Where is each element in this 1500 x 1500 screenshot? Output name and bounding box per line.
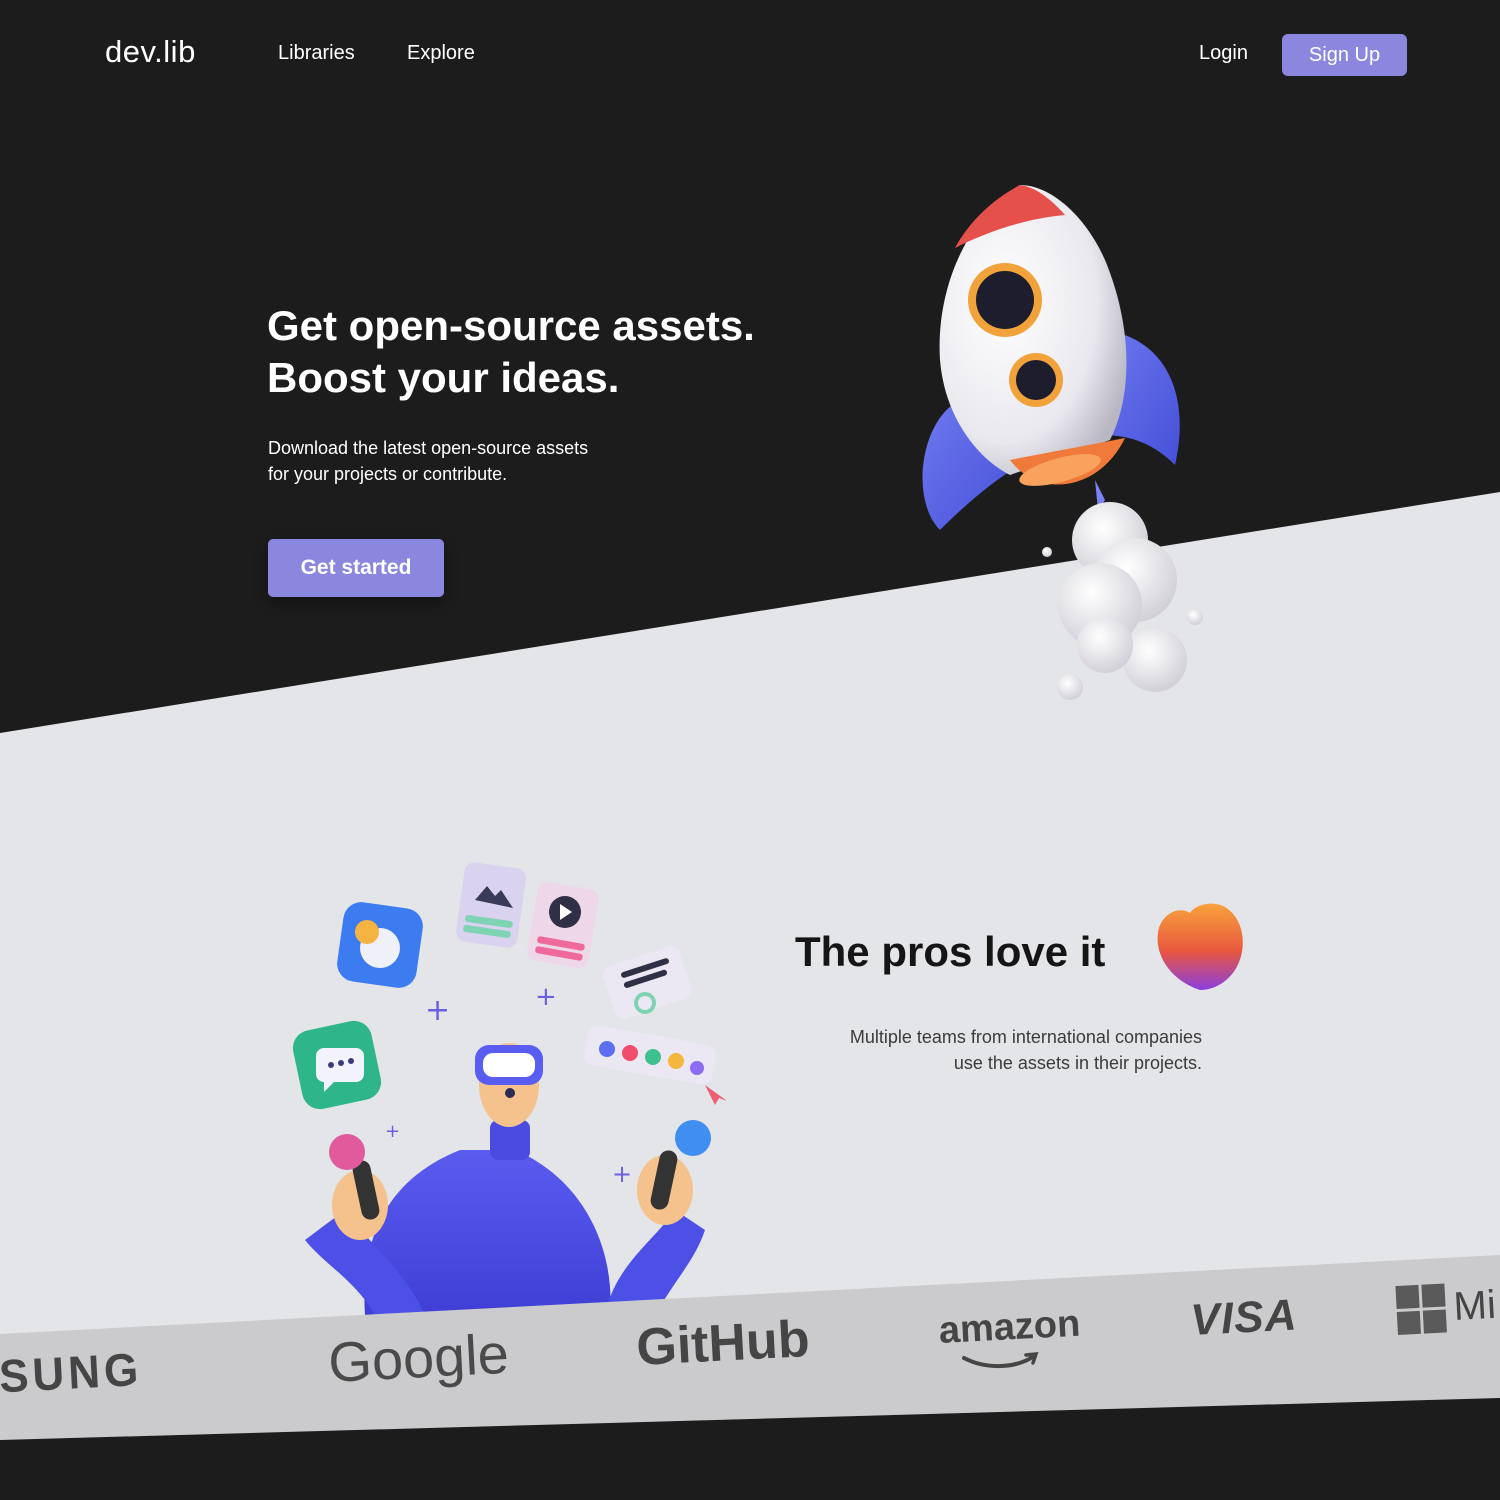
hero-subtitle-line: for your projects or contribute. bbox=[268, 464, 508, 484]
svg-text:+: + bbox=[535, 982, 557, 1012]
pros-title: The pros love it bbox=[795, 928, 1106, 975]
visa-logo: VISA bbox=[1189, 1290, 1299, 1346]
samsung-logo: MSUNG bbox=[0, 1343, 144, 1405]
svg-text:+: + bbox=[425, 993, 450, 1028]
hero-subtitle-line: Download the latest open-source assets bbox=[268, 438, 589, 458]
heart-icon bbox=[1157, 903, 1243, 990]
microsoft-logo-text: Mi bbox=[1452, 1282, 1497, 1330]
nav-link-libraries[interactable]: Libraries bbox=[278, 42, 355, 65]
vr-person-illustration: + + + + bbox=[292, 862, 727, 1315]
amazon-logo: amazon bbox=[937, 1302, 1082, 1353]
amazon-smile-icon bbox=[962, 1352, 1039, 1369]
pros-subtitle: Multiple teams from international compan… bbox=[760, 1024, 1202, 1076]
svg-text:+: + bbox=[385, 1121, 400, 1142]
rocket-illustration bbox=[922, 185, 1203, 700]
signup-button[interactable]: Sign Up bbox=[1282, 34, 1407, 76]
google-logo: Google bbox=[326, 1321, 511, 1395]
microsoft-logo: Mi bbox=[1395, 1281, 1497, 1335]
get-started-button[interactable]: Get started bbox=[268, 539, 444, 597]
hero-subtitle: Download the latest open-source assets f… bbox=[268, 435, 668, 487]
brand-logo[interactable]: dev.lib bbox=[105, 34, 196, 70]
pros-subtitle-line: use the assets in their projects. bbox=[953, 1053, 1202, 1073]
github-logo: GitHub bbox=[634, 1310, 812, 1378]
hero-title-line: Get open-source assets. bbox=[267, 302, 755, 349]
nav-link-explore[interactable]: Explore bbox=[407, 42, 475, 65]
hero-title-line: Boost your ideas. bbox=[267, 354, 620, 401]
login-link[interactable]: Login bbox=[1199, 42, 1248, 65]
hero-title: Get open-source assets. Boost your ideas… bbox=[267, 300, 827, 404]
svg-text:+: + bbox=[612, 1160, 632, 1188]
microsoft-logo-icon bbox=[1395, 1283, 1447, 1335]
pros-subtitle-line: Multiple teams from international compan… bbox=[849, 1027, 1202, 1047]
